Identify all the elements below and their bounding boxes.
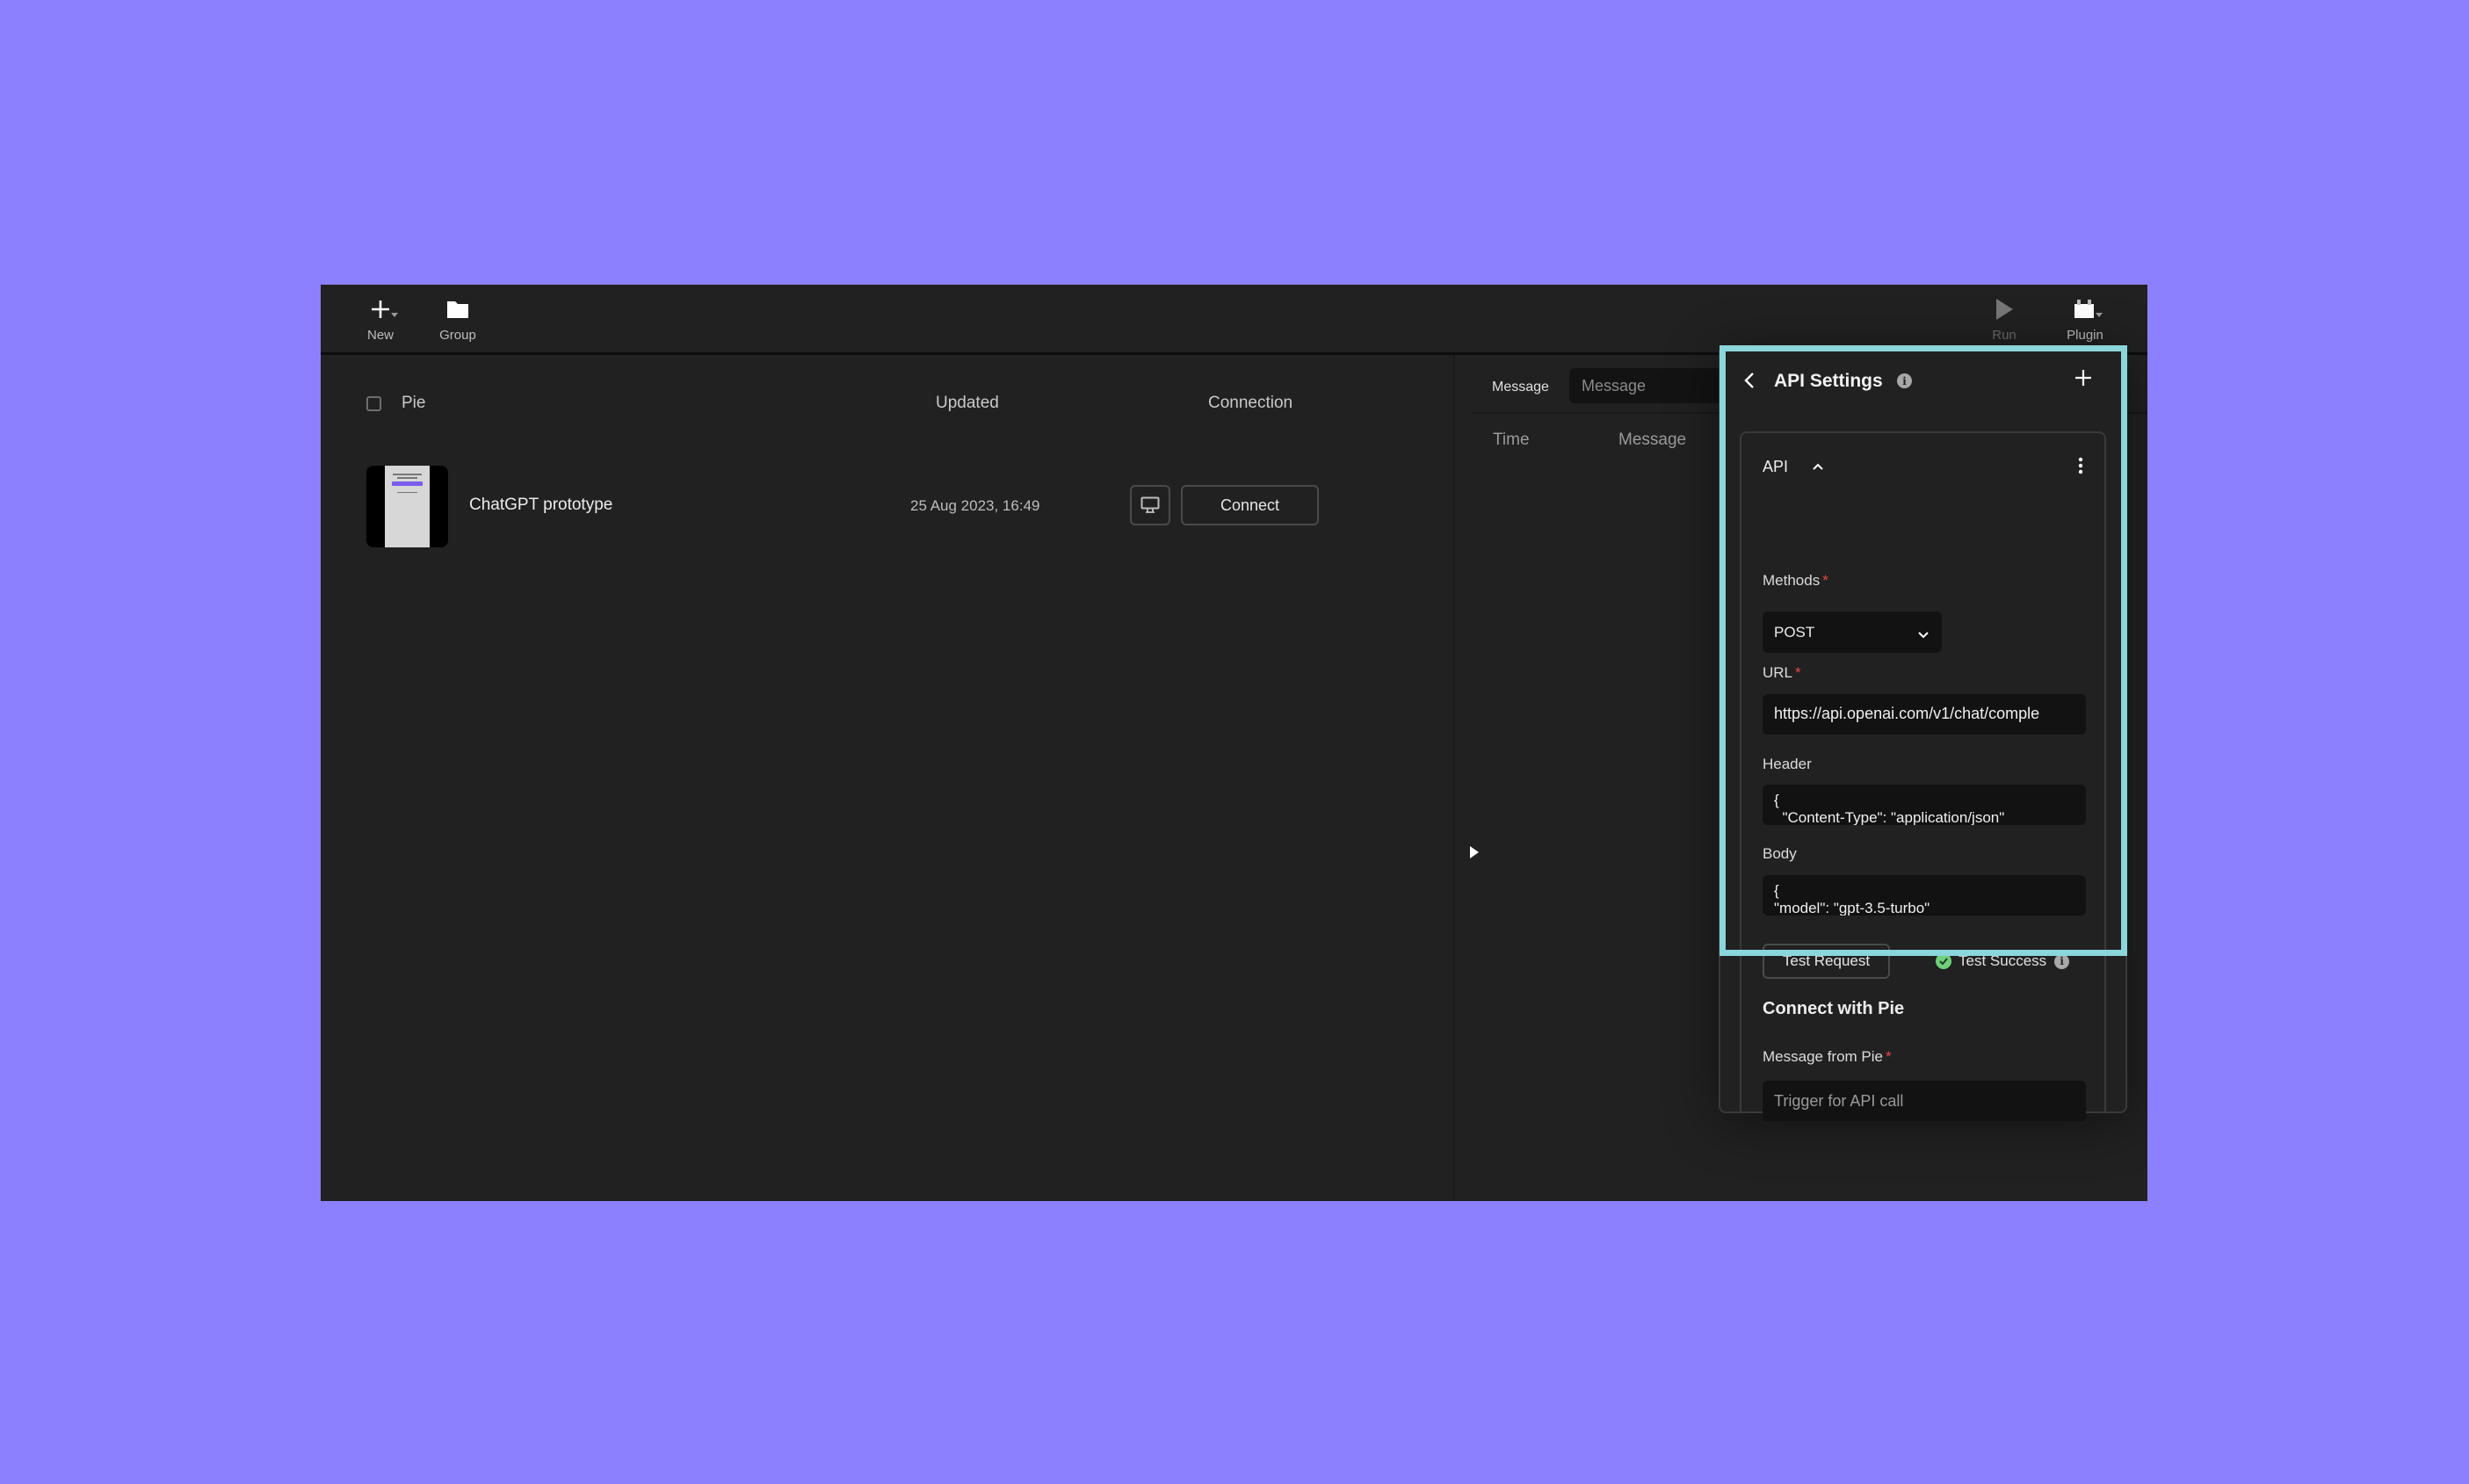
column-header-connection: Connection xyxy=(1208,394,1293,412)
column-header-time: Time xyxy=(1493,431,1530,449)
run-label: Run xyxy=(1992,327,2016,343)
list-header: Pie Updated Connection xyxy=(321,355,1453,423)
chevron-down-icon xyxy=(1917,626,1930,644)
test-request-button[interactable]: Test Request xyxy=(1763,944,1890,979)
info-icon[interactable]: i xyxy=(1897,373,1912,388)
folder-icon xyxy=(440,296,475,322)
more-options-icon[interactable] xyxy=(2078,457,2083,479)
dropdown-caret-icon xyxy=(391,312,398,317)
test-status-text: Test Success xyxy=(1959,952,2047,969)
column-header-pie[interactable]: Pie xyxy=(402,394,425,413)
pie-thumbnail[interactable] xyxy=(366,466,448,547)
new-button[interactable]: New xyxy=(345,285,416,353)
message-filter-label: Message xyxy=(1492,380,1549,395)
group-button[interactable]: Group xyxy=(423,285,493,353)
message-from-pie-label: Message from Pie * xyxy=(1763,1048,1892,1065)
pie-title[interactable]: ChatGPT prototype xyxy=(469,496,612,515)
header-label: Header xyxy=(1763,756,1812,772)
api-card: API Methods * POST URL * https://api.opena… xyxy=(1740,431,2106,1121)
api-settings-panel: API Settings i API Methods* POST URL* xyxy=(1719,345,2127,1121)
play-icon xyxy=(1987,296,2022,322)
plus-icon xyxy=(363,296,398,322)
toolbar: New Group Run Plugin xyxy=(321,285,2147,355)
chevron-up-icon[interactable] xyxy=(1812,460,1824,475)
column-header-updated[interactable]: Updated xyxy=(936,394,999,413)
methods-label: Methods * xyxy=(1763,572,1828,589)
url-label: URL * xyxy=(1763,664,1801,681)
panel-title: API Settings xyxy=(1774,371,1883,391)
table-row[interactable]: ChatGPT prototype 25 Aug 2023, 16:49 Con… xyxy=(321,462,1453,550)
add-api-icon[interactable] xyxy=(2074,369,2092,391)
pie-list-panel: Pie Updated Connection ChatGPT prototype… xyxy=(321,355,1453,1201)
back-icon[interactable] xyxy=(1743,372,1756,394)
header-input[interactable]: { "Content-Type": "application/json" xyxy=(1763,785,2086,825)
plugin-label: Plugin xyxy=(2067,327,2103,343)
column-header-message: Message xyxy=(1618,431,1687,449)
connect-button[interactable]: Connect xyxy=(1181,485,1319,525)
run-button[interactable]: Run xyxy=(1969,285,2039,353)
thumbnail-preview xyxy=(385,466,430,547)
methods-select[interactable]: POST xyxy=(1763,612,1942,653)
plugin-button[interactable]: Plugin xyxy=(2050,285,2120,353)
monitor-icon xyxy=(1140,496,1160,513)
api-card-title: API xyxy=(1763,458,1789,475)
app-window: New Group Run Plugin Pie Updated Connect… xyxy=(321,285,2147,1201)
message-from-pie-input[interactable] xyxy=(1763,1081,2086,1121)
new-label: New xyxy=(366,327,394,343)
plugin-icon xyxy=(2067,296,2103,322)
body-input[interactable]: { "model": "gpt-3.5-turbo" xyxy=(1763,875,2086,916)
api-settings-header: API Settings i xyxy=(1720,347,2125,417)
preview-button[interactable] xyxy=(1130,485,1170,525)
url-input[interactable]: https://api.openai.com/v1/chat/comple xyxy=(1763,694,2086,735)
check-circle-icon xyxy=(1936,953,1951,969)
dropdown-caret-icon xyxy=(2096,312,2103,317)
info-icon[interactable]: i xyxy=(2054,953,2070,969)
expand-panel-icon[interactable] xyxy=(1470,846,1479,858)
body-label: Body xyxy=(1763,845,1797,862)
select-all-checkbox[interactable] xyxy=(366,396,381,411)
test-status: Test Success i xyxy=(1936,952,2070,970)
connect-section-title: Connect with Pie xyxy=(1763,999,1905,1018)
updated-date: 25 Aug 2023, 16:49 xyxy=(910,497,1040,514)
group-label: Group xyxy=(439,327,476,343)
methods-value: POST xyxy=(1774,623,1815,641)
